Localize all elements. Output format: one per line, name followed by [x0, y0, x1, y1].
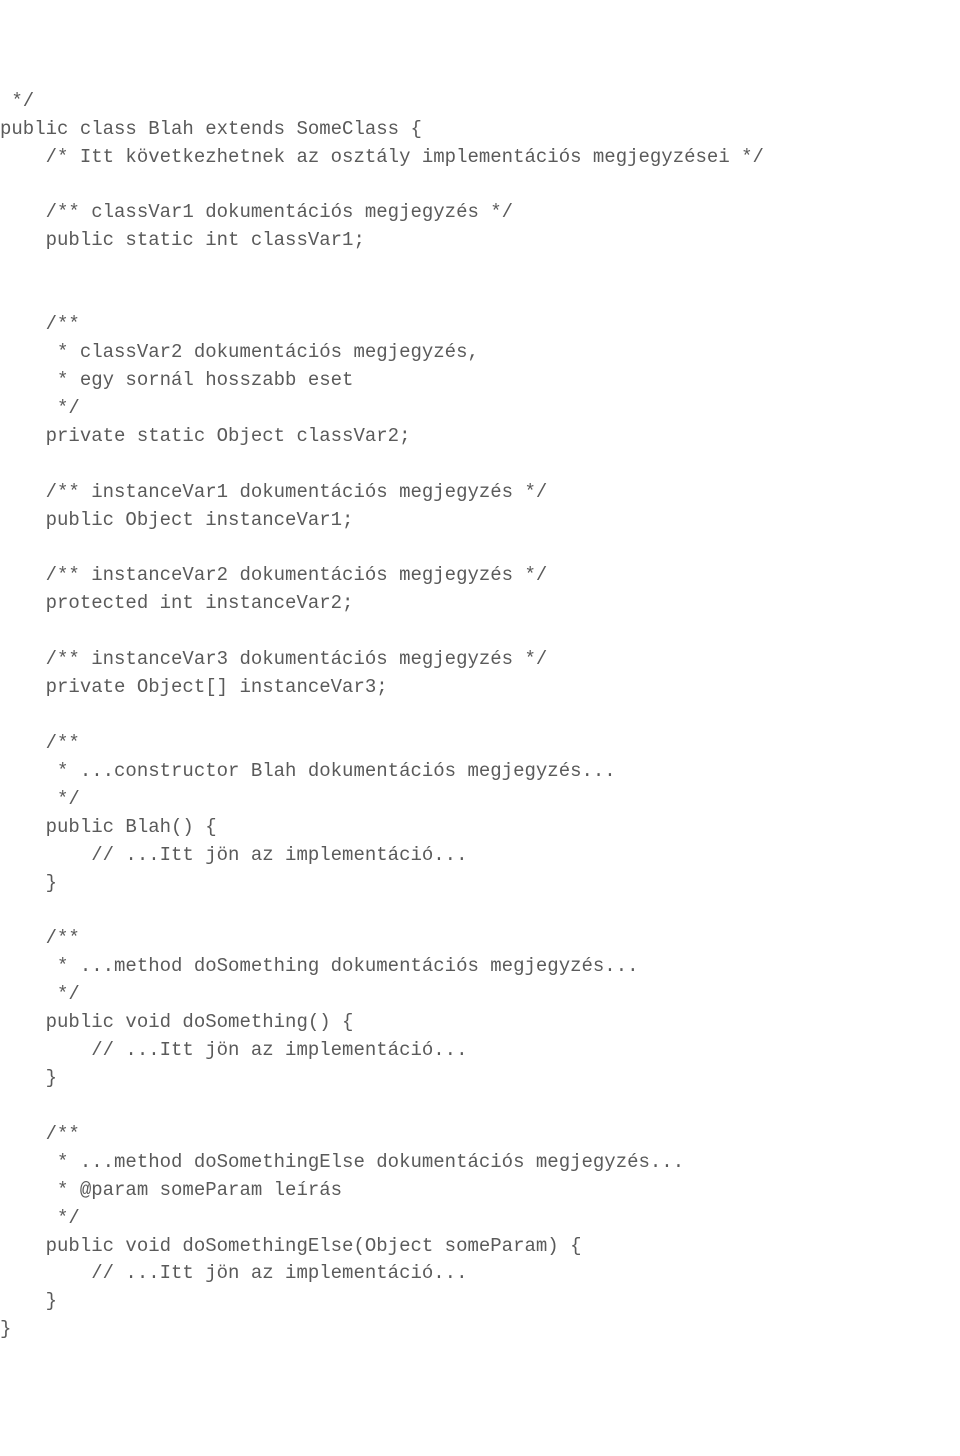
- code-block: */ public class Blah extends SomeClass {…: [0, 88, 960, 1344]
